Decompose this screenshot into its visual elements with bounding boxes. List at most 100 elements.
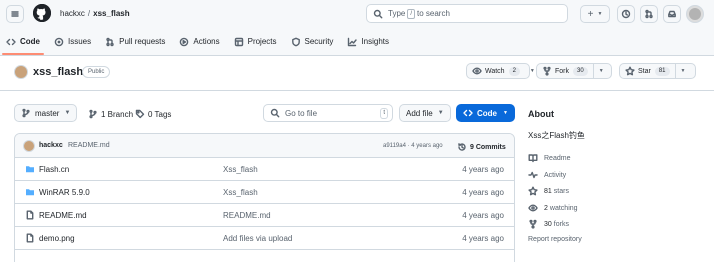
breadcrumb: hackxc / xss_flash [60,9,130,18]
file-commit-message[interactable]: Add files via upload [223,234,292,243]
create-new-button[interactable]: + ▼ [580,5,610,23]
stars-link[interactable]: 81 stars [528,186,569,196]
fork-button[interactable]: Fork 30 ▼ [536,63,612,79]
branches-link[interactable]: 1 Branch [88,109,133,119]
avatar [689,8,701,20]
file-row[interactable]: WinRAR 5.9.0 Xss_flash 4 years ago [15,181,514,204]
latest-commit-bar: hackxc README.md a9119a4 · 4 years ago 9… [15,134,514,158]
activity-label: Activity [544,171,567,179]
watch-button[interactable]: Watch 2 ▼ [466,63,535,79]
inbox-button[interactable] [663,5,681,23]
tab-code[interactable]: Code [0,33,46,55]
search-icon [270,108,280,118]
eye-icon [472,66,482,76]
commit-message[interactable]: README.md [68,142,110,149]
search-input[interactable]: Type / to search [366,4,568,23]
owner-avatar[interactable] [14,65,28,79]
branch-select[interactable]: master ▼ [14,104,78,122]
file-row[interactable]: README.md README.md 4 years ago [15,204,514,227]
tab-issues[interactable]: Issues [48,33,97,50]
go-to-file-shortcut: t [380,108,388,119]
pull-requests-button[interactable] [640,5,658,23]
plus-icon: + [587,8,594,20]
code-button[interactable]: Code ▼ [456,104,515,122]
tab-label: Projects [247,37,277,46]
repo-name[interactable]: xss_flash [33,66,83,78]
search-suffix: to search [417,9,450,18]
commit-author[interactable]: hackxc [39,142,63,149]
tags-link[interactable]: 0 Tags [135,109,171,119]
activity-link[interactable]: Activity [528,170,566,180]
branches-count: 1 Branch [101,109,134,119]
breadcrumb-repo[interactable]: xss_flash [93,9,129,18]
chevron-down-icon: ▼ [529,68,535,74]
report-repository-link[interactable]: Report repository [528,236,582,243]
file-commit-message[interactable]: Xss_flash [223,165,258,174]
breadcrumb-owner[interactable]: hackxc [60,9,85,18]
tab-actions[interactable]: Actions [173,33,225,50]
breadcrumb-separator: / [87,9,91,18]
forks-link[interactable]: 30 forks [528,219,569,229]
file-name[interactable]: README.md [39,211,87,220]
file-name[interactable]: demo.png [39,234,75,243]
tag-icon [135,109,145,119]
book-icon [528,153,538,163]
tab-insights[interactable]: Insights [341,33,395,50]
fork-dropdown[interactable]: ▼ [594,64,609,78]
stars-count: 81 [544,187,552,195]
star-label: Star [638,67,651,75]
tab-label: Actions [193,37,220,46]
about-heading: About [528,109,554,119]
add-file-button[interactable]: Add file ▼ [399,104,451,122]
file-row[interactable]: demo.png Add files via upload 4 years ag… [15,227,514,250]
clock-icon [621,9,631,19]
graph-icon [347,37,358,47]
tab-pull-requests[interactable]: Pull requests [99,33,171,50]
tab-label: Insights [361,37,389,46]
watching-count: 2 [544,204,548,212]
branch-name: master [35,108,60,118]
issue-icon [54,37,64,47]
visibility-badge: Public [82,66,111,78]
eye-icon [528,203,538,213]
about-description: Xss之Flash钓鱼 [528,131,585,140]
file-commit-message[interactable]: README.md [223,211,271,220]
user-menu-avatar[interactable] [686,5,704,23]
actions-icon [179,37,189,47]
menu-button[interactable] [6,5,24,23]
file-date: 4 years ago [462,188,504,197]
file-list: hackxc README.md a9119a4 · 4 years ago 9… [14,133,515,262]
forks-count: 30 [544,220,552,228]
fork-main[interactable]: Fork 30 [537,64,593,78]
file-name[interactable]: Flash.cn [39,165,69,174]
search-prefix: Type [388,9,406,18]
pull-request-icon [105,37,115,47]
watch-main[interactable]: Watch 2 [467,64,525,78]
readme-link[interactable]: Readme [528,153,570,163]
star-icon [528,186,538,196]
file-date: 4 years ago [462,211,504,220]
file-row[interactable]: Flash.cn Xss_flash 4 years ago [15,158,514,181]
tab-projects[interactable]: Projects [228,33,283,50]
star-main[interactable]: Star 81 [620,64,675,78]
forks-label: forks [553,220,569,228]
watching-link[interactable]: 2 watching [528,203,578,213]
avatar[interactable] [23,140,35,152]
stars-label: stars [553,187,569,195]
tab-label: Code [20,37,40,46]
pulse-icon [528,170,538,180]
file-name[interactable]: WinRAR 5.9.0 [39,188,90,197]
star-dropdown[interactable]: ▼ [676,64,691,78]
github-logo[interactable] [33,4,51,22]
go-to-file-input[interactable]: Go to file t [263,104,393,122]
projects-icon [234,37,244,47]
copilot-button[interactable] [617,5,635,23]
tab-security[interactable]: Security [285,33,340,50]
star-button[interactable]: Star 81 ▼ [619,63,696,79]
watch-label: Watch [485,67,505,75]
commits-history-link[interactable]: 9 Commits [457,142,506,152]
chevron-down-icon: ▼ [680,68,686,74]
file-commit-message[interactable]: Xss_flash [223,188,258,197]
commit-sha[interactable]: a9119a4 [383,143,406,149]
commit-separator: · [407,143,410,149]
